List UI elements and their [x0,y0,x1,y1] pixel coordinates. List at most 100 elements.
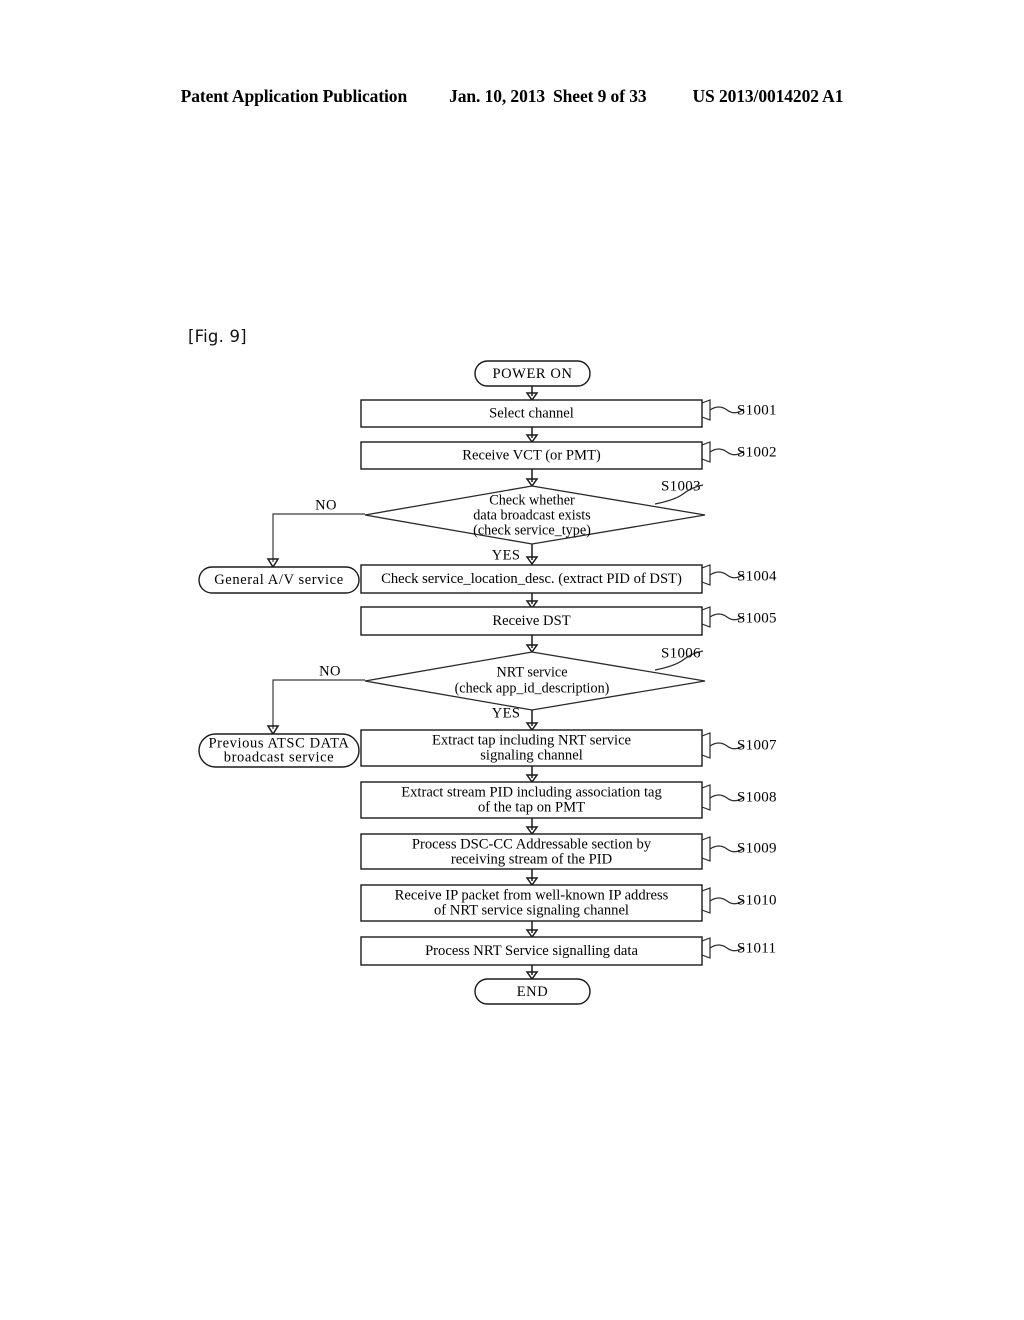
header-publication-title: Patent Application Publication [180,86,408,106]
node-end: END [474,978,591,1005]
leader-squiggle-s1001 [709,406,745,414]
node-label-extract-tap-line2: signaling channel [480,747,583,763]
node-power-on: POWER ON [474,360,591,387]
header-sheet-number: Sheet 9 of 33 [553,86,647,106]
arrowhead [525,644,539,654]
branch-label-s1006-no: NO [319,663,341,679]
step-number-s1006: S1006 [661,645,701,661]
node-label-previous-atsc-data-service-line2: broadcast service [224,749,334,765]
process-shape-s1004 [360,564,703,594]
branch-label-s1006-yes: YES [492,705,521,721]
step-number-s1010: S1010 [737,892,777,908]
step-number-s1001: S1001 [737,402,777,418]
node-process-nrt-signalling-data: Process NRT Service signalling data [360,936,703,966]
node-process-dsc-cc-section: Process DSC-CC Addressable section by re… [360,833,703,870]
arrowhead [525,556,539,566]
leader-bracket-s1009 [701,836,711,862]
leader-bracket-s1008 [701,784,711,811]
header-date: Jan. 10, 2013 [449,86,546,106]
decision-shape-s1006 [364,651,706,711]
arrowhead [525,434,539,444]
flowchart-diagram: POWER ON Select channel S1001 Receive VC… [198,360,777,1005]
step-number-s1011: S1011 [737,940,776,956]
node-label-check-service-location-desc: Check service_location_desc. (extract PI… [381,571,682,587]
leader-squiggle-s1007 [709,742,745,750]
node-label-nrt-service-check-line1: NRT service [497,664,568,680]
process-shape-s1008 [360,781,703,819]
leader-bracket-s1004 [701,564,711,586]
node-label-general-av-service: General A/V service [214,572,344,588]
arrowhead [525,929,539,939]
node-label-process-dsc-cc-section-line2: receiving stream of the PID [451,851,612,867]
node-label-check-data-broadcast-line3: (check service_type) [473,522,591,538]
leader-squiggle-s1011 [709,944,745,952]
step-number-s1003: S1003 [661,478,701,494]
node-nrt-service-check: NRT service (check app_id_description) [364,651,706,711]
process-shape-s1007 [360,729,703,767]
process-shape-s1001 [360,399,703,428]
node-label-receive-vct-pmt: Receive VCT (or PMT) [462,447,601,463]
node-check-service-location-desc: Check service_location_desc. (extract PI… [360,564,703,594]
leader-squiggle-s1004 [709,571,745,579]
arrowhead [525,826,539,836]
step-number-s1007: S1007 [737,737,777,753]
flow-connectors [266,386,539,981]
node-label-process-nrt-signalling-data: Process NRT Service signalling data [425,943,638,959]
node-previous-atsc-data-service: Previous ATSC DATA broadcast service [198,733,360,768]
leader-squiggle-s1009 [709,845,745,853]
node-label-receive-dst: Receive DST [492,613,570,629]
leader-bracket-s1005 [701,606,711,628]
node-label-nrt-service-check-line2: (check app_id_description) [455,680,610,696]
leader-bracket-s1011 [701,937,711,959]
step-number-s1004: S1004 [737,568,777,584]
step-number-s1002: S1002 [737,444,777,460]
branch-label-s1003-no: NO [315,497,337,513]
leader-squiggle-s1005 [709,613,745,621]
node-label-previous-atsc-data-service-line1: Previous ATSC DATA [209,735,350,751]
arrowhead [525,478,539,488]
leader-squiggle-s1010 [709,897,745,905]
terminal-shape-previous-atsc-data-service [198,733,360,768]
node-check-data-broadcast: Check whether data broadcast exists (che… [364,485,706,545]
node-receive-ip-packet: Receive IP packet from well-known IP add… [360,884,703,922]
step-number-s1009: S1009 [737,840,777,856]
page-header: Patent Application Publication Jan. 10, … [0,86,1024,110]
leader-curve-s1003 [654,484,704,505]
leader-curve-s1006 [654,650,704,671]
terminal-shape-power-on [474,360,591,387]
process-shape-s1011 [360,936,703,966]
arrowhead [525,877,539,887]
node-label-power-on: POWER ON [492,366,572,382]
node-label-receive-ip-packet-line1: Receive IP packet from well-known IP add… [395,887,669,903]
node-label-extract-tap-line1: Extract tap including NRT service [432,732,631,748]
node-label-extract-stream-pid-line1: Extract stream PID including association… [401,784,662,800]
branch-label-s1003-yes: YES [492,547,521,563]
step-leader-lines [654,399,745,959]
terminal-shape-end [474,978,591,1005]
process-shape-s1002 [360,441,703,470]
edge-s1003-no-to-av-service [272,513,365,562]
node-extract-tap: Extract tap including NRT service signal… [360,729,703,767]
node-label-process-dsc-cc-section-line1: Process DSC-CC Addressable section by [412,836,652,852]
terminal-shape-general-av-service [198,566,360,594]
arrowhead [525,600,539,610]
node-select-channel: Select channel [360,399,703,428]
decision-shape-s1003 [364,485,706,545]
node-label-check-data-broadcast-line1: Check whether [489,492,575,508]
leader-bracket-s1002 [701,441,711,463]
figure-label: [Fig. 9] [188,327,247,346]
arrowhead [266,725,280,736]
step-number-s1005: S1005 [737,610,777,626]
node-label-end: END [517,984,549,1000]
arrowhead [525,774,539,784]
node-general-av-service: General A/V service [198,566,360,594]
leader-bracket-s1001 [701,399,711,421]
process-shape-s1010 [360,884,703,922]
step-number-s1008: S1008 [737,789,777,805]
process-shape-s1005 [360,606,703,636]
arrowhead [525,971,539,981]
node-receive-dst: Receive DST [360,606,703,636]
leader-squiggle-s1008 [709,794,745,802]
node-label-extract-stream-pid-line2: of the tap on PMT [478,799,585,815]
leader-squiggle-s1002 [709,448,745,456]
